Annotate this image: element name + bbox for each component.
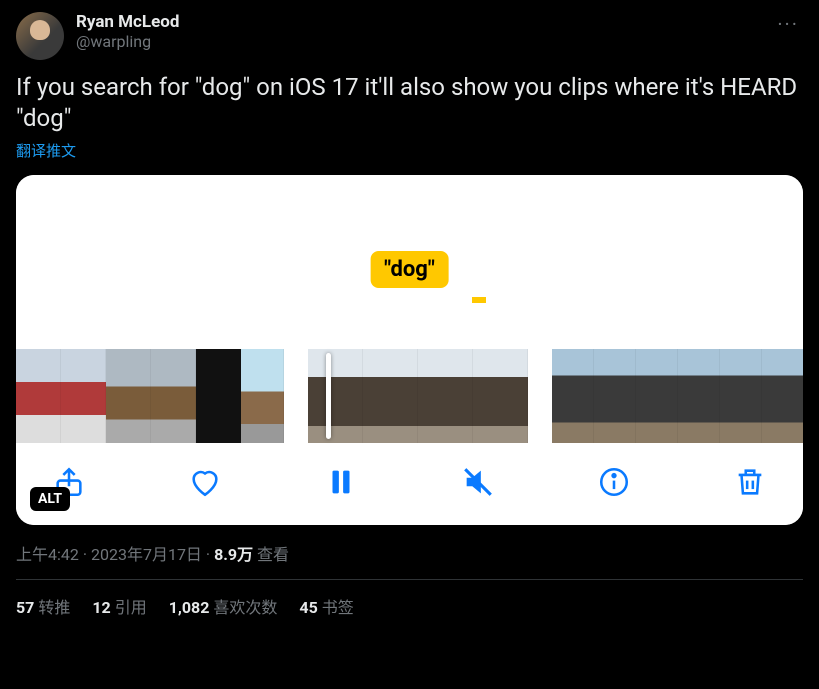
tweet-stats: 57转推 12引用 1,082喜欢次数 45书签 bbox=[16, 580, 803, 618]
clip-thumb bbox=[762, 349, 803, 443]
views-label: 查看 bbox=[257, 545, 289, 564]
clip-thumb bbox=[594, 349, 636, 443]
clip-thumb bbox=[363, 349, 418, 443]
tweet-text: If you search for "dog" on iOS 17 it'll … bbox=[16, 72, 803, 134]
clip-strip[interactable] bbox=[552, 349, 803, 443]
clip-thumb bbox=[106, 349, 151, 443]
tweet-meta: 上午4:42 · 2023年7月17日 · 8.9万 查看 bbox=[16, 541, 803, 580]
clip-thumb bbox=[16, 349, 61, 443]
clip-thumb bbox=[418, 349, 473, 443]
tweet-date[interactable]: 2023年7月17日 bbox=[91, 545, 202, 564]
caption-tick bbox=[472, 297, 486, 303]
timeline-strips bbox=[16, 349, 803, 443]
tweet-header: Ryan McLeod @warpling ··· bbox=[16, 12, 803, 60]
quotes-stat[interactable]: 12引用 bbox=[92, 594, 146, 618]
more-icon[interactable]: ··· bbox=[773, 12, 803, 36]
clip-thumb bbox=[552, 349, 594, 443]
trash-icon[interactable] bbox=[733, 465, 767, 499]
display-name: Ryan McLeod bbox=[76, 12, 761, 32]
retweets-stat[interactable]: 57转推 bbox=[16, 594, 70, 618]
clip-thumb bbox=[151, 349, 196, 443]
playhead[interactable] bbox=[326, 353, 331, 439]
alt-badge[interactable]: ALT bbox=[30, 487, 70, 511]
clip-strip[interactable] bbox=[308, 349, 528, 443]
media-preview: "dog" bbox=[16, 175, 803, 443]
clip-thumb bbox=[473, 349, 528, 443]
clip-thumb bbox=[678, 349, 720, 443]
caption-bubble: "dog" bbox=[370, 251, 449, 288]
media-toolbar bbox=[16, 443, 803, 525]
translate-link[interactable]: 翻译推文 bbox=[16, 140, 803, 161]
bookmarks-stat[interactable]: 45书签 bbox=[299, 594, 353, 618]
heart-icon[interactable] bbox=[188, 465, 222, 499]
clip-thumb bbox=[61, 349, 106, 443]
mute-icon[interactable] bbox=[461, 465, 495, 499]
clip-thumb bbox=[720, 349, 762, 443]
clip-thumb bbox=[241, 349, 284, 443]
pause-icon[interactable] bbox=[324, 465, 358, 499]
clip-thumb bbox=[196, 349, 241, 443]
user-handle: @warpling bbox=[76, 32, 761, 51]
likes-stat[interactable]: 1,082喜欢次数 bbox=[169, 594, 278, 618]
tweet-time[interactable]: 上午4:42 bbox=[16, 545, 79, 564]
clip-thumb bbox=[636, 349, 678, 443]
views-count: 8.9万 bbox=[214, 545, 253, 564]
tweet-container: Ryan McLeod @warpling ··· If you search … bbox=[0, 0, 819, 630]
avatar[interactable] bbox=[16, 12, 64, 60]
user-info[interactable]: Ryan McLeod @warpling bbox=[76, 12, 761, 51]
info-icon[interactable] bbox=[597, 465, 631, 499]
clip-strip[interactable] bbox=[16, 349, 284, 443]
clip-thumb bbox=[308, 349, 363, 443]
media-card[interactable]: "dog" bbox=[16, 175, 803, 525]
